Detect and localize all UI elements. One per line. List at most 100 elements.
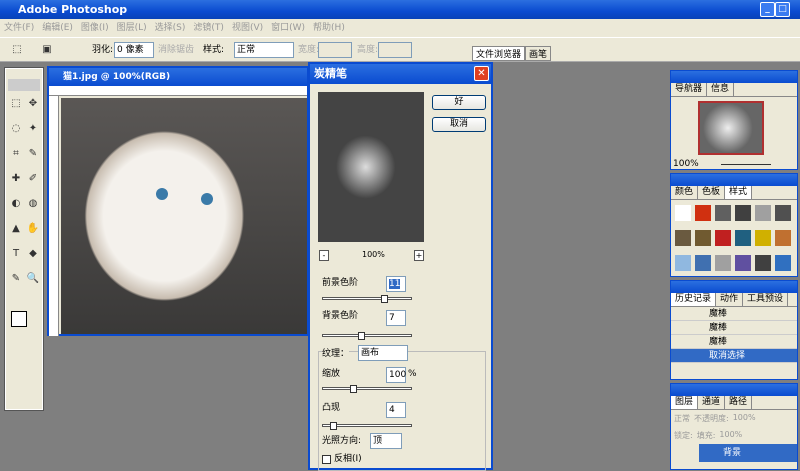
menu-item[interactable]: 视图(V) [232, 19, 263, 37]
tab-layers[interactable]: 图层 [671, 396, 699, 409]
tool-icon[interactable]: T [9, 247, 23, 261]
tab-brushes[interactable]: 画笔 [525, 46, 552, 61]
tool-icon[interactable]: ◆ [26, 247, 40, 261]
history-item[interactable]: 取消选择 [671, 349, 797, 363]
style-swatch[interactable] [775, 255, 791, 271]
tab-navigator[interactable]: 导航器 [671, 83, 708, 96]
width-input[interactable] [318, 42, 352, 58]
blend-mode-select[interactable]: 正常 [674, 413, 690, 424]
history-item[interactable]: 魔棒 [671, 307, 797, 321]
navigator-thumbnail[interactable] [698, 101, 764, 155]
menu-item[interactable]: 文件(F) [4, 19, 34, 37]
height-input[interactable] [378, 42, 412, 58]
history-item[interactable]: 魔棒 [671, 335, 797, 349]
layer-row-background[interactable]: 背景 [699, 444, 797, 462]
tab-file-browser[interactable]: 文件浏览器 [472, 46, 526, 61]
tool-icon[interactable]: ⌗ [9, 147, 23, 161]
tab-channels[interactable]: 通道 [698, 396, 726, 409]
foreground-color[interactable] [11, 311, 27, 327]
tab-tool-presets[interactable]: 工具预设 [743, 293, 789, 306]
tab-swatches[interactable]: 色板 [698, 186, 726, 199]
menu-item[interactable]: 滤镜(T) [193, 19, 224, 37]
tool-icon[interactable]: ⬚ [9, 97, 23, 111]
tool-icon[interactable]: ✦ [26, 122, 40, 136]
tab-info[interactable]: 信息 [707, 83, 735, 96]
style-swatch[interactable] [695, 205, 711, 221]
menu-item[interactable]: 选择(S) [155, 19, 186, 37]
style-swatch[interactable] [775, 205, 791, 221]
scale-input[interactable]: 100 [386, 367, 406, 383]
tool-icon[interactable]: ◌ [9, 122, 23, 136]
style-swatch[interactable] [675, 205, 691, 221]
menu-item[interactable]: 图像(I) [81, 19, 109, 37]
style-swatch[interactable] [715, 230, 731, 246]
tab-actions[interactable]: 动作 [716, 293, 744, 306]
zoom-in-button[interactable]: + [414, 250, 424, 261]
document-window: 猫1.jpg @ 100%(RGB) [47, 66, 309, 336]
tab-paths[interactable]: 路径 [725, 396, 753, 409]
style-swatch[interactable] [675, 255, 691, 271]
style-swatch[interactable] [735, 230, 751, 246]
marquee-icon[interactable]: ⬚ [10, 43, 24, 57]
style-select[interactable]: 正常 [234, 42, 294, 58]
fg-level-slider[interactable] [322, 295, 412, 303]
style-swatch[interactable] [775, 230, 791, 246]
antialias-checkbox[interactable]: 消除锯齿 [146, 42, 194, 58]
style-swatch[interactable] [715, 255, 731, 271]
tab-color[interactable]: 颜色 [671, 186, 699, 199]
cancel-button[interactable]: 取消 [432, 117, 486, 132]
relief-input[interactable]: 4 [386, 402, 406, 418]
slider-thumb[interactable] [329, 422, 337, 430]
slider-thumb[interactable] [357, 332, 365, 340]
slider-thumb[interactable] [381, 295, 389, 303]
invert-checkbox[interactable] [322, 455, 331, 464]
menu-item[interactable]: 图层(L) [117, 19, 147, 37]
style-swatch[interactable] [755, 205, 771, 221]
style-swatch[interactable] [715, 205, 731, 221]
tool-icon[interactable]: ✎ [9, 272, 23, 286]
maximize-button[interactable]: □ [775, 2, 790, 17]
texture-select[interactable]: 画布 [358, 345, 408, 361]
ok-button[interactable]: 好 [432, 95, 486, 110]
tab-history[interactable]: 历史记录 [671, 293, 717, 306]
menu-item[interactable]: 编辑(E) [42, 19, 73, 37]
history-item[interactable]: 魔棒 [671, 321, 797, 335]
tool-icon[interactable]: ✐ [26, 172, 40, 186]
menu-item[interactable]: 窗口(W) [271, 19, 305, 37]
tool-icon[interactable]: ◐ [9, 197, 23, 211]
style-swatch[interactable] [755, 230, 771, 246]
bg-level-input[interactable]: 7 [386, 310, 406, 326]
style-swatch[interactable] [755, 255, 771, 271]
scale-slider[interactable] [322, 385, 412, 393]
tool-icon[interactable]: ✋ [26, 222, 40, 236]
opacity-input[interactable]: 100% [733, 413, 756, 424]
tool-icon[interactable]: 🔍 [26, 272, 40, 286]
navigator-zoom[interactable]: 100% [673, 159, 699, 169]
selection-mode-icon[interactable]: ▣ [40, 43, 54, 57]
relief-slider[interactable] [322, 422, 412, 430]
slider-thumb[interactable] [350, 385, 358, 393]
tool-icon[interactable]: ✥ [26, 97, 40, 111]
filter-preview[interactable] [318, 92, 424, 242]
tool-icon[interactable]: ✎ [26, 147, 40, 161]
style-swatch[interactable] [735, 205, 751, 221]
style-swatch[interactable] [695, 230, 711, 246]
tool-icon[interactable]: ◍ [26, 197, 40, 211]
style-swatch[interactable] [675, 230, 691, 246]
tool-icon[interactable]: ▲ [9, 222, 23, 236]
bg-level-slider[interactable] [322, 332, 412, 340]
navigator-zoom-slider[interactable] [721, 164, 771, 165]
fg-level-input[interactable]: 11 [386, 276, 406, 292]
menu-item[interactable]: 帮助(H) [313, 19, 345, 37]
light-direction-select[interactable]: 顶 [370, 433, 402, 449]
tab-styles[interactable]: 样式 [725, 186, 753, 199]
style-swatch[interactable] [695, 255, 711, 271]
tool-icon[interactable]: ✚ [9, 172, 23, 186]
image-canvas[interactable] [61, 98, 307, 334]
fill-input[interactable]: 100% [719, 430, 742, 441]
minimize-button[interactable]: _ [760, 2, 775, 17]
style-swatch[interactable] [735, 255, 751, 271]
navigator-panel: 导航器 信息 100% [670, 70, 798, 170]
zoom-out-button[interactable]: - [319, 250, 329, 261]
close-icon[interactable]: ✕ [474, 66, 489, 81]
